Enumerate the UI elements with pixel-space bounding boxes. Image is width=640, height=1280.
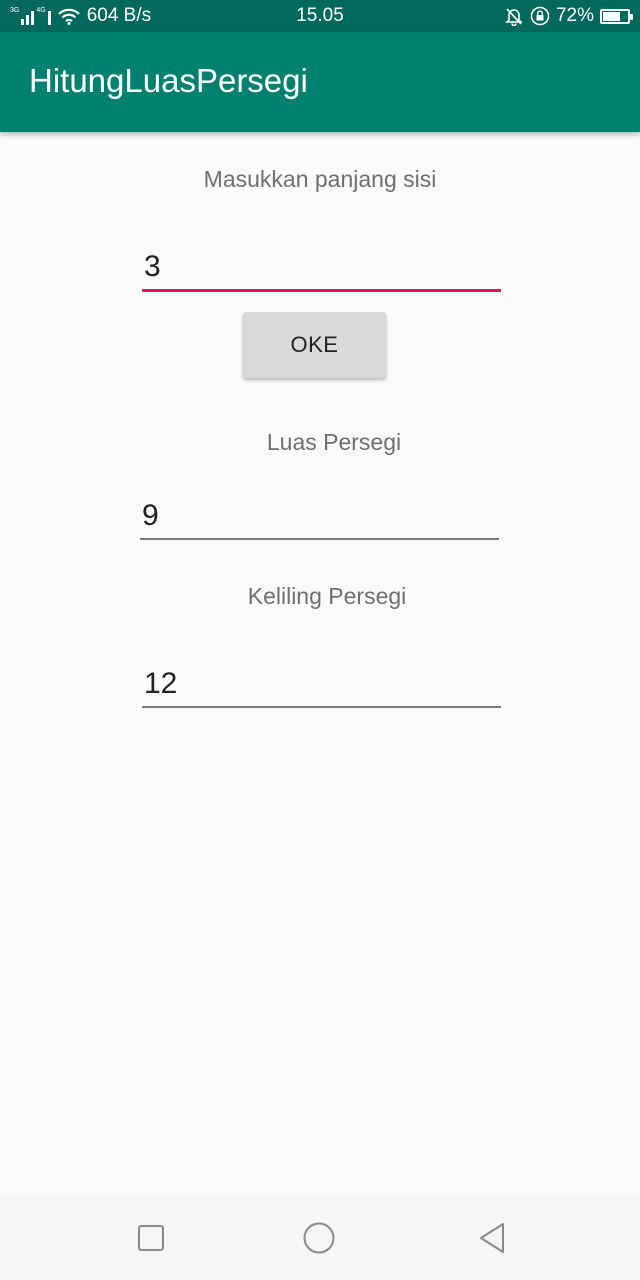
back-button[interactable] <box>476 1222 508 1254</box>
battery-icon <box>600 8 633 24</box>
status-time: 15.05 <box>296 5 344 26</box>
perimeter-label: Keliling Persegi <box>247 583 407 609</box>
recents-icon <box>138 1225 164 1251</box>
area-field[interactable]: 9 <box>140 494 499 540</box>
battery-percent: 72% <box>555 5 594 26</box>
battery-level <box>603 11 620 21</box>
perimeter-field[interactable]: 12 <box>142 662 501 708</box>
area-value: 9 <box>142 499 159 532</box>
status-bar: 3G 4G 604 B/s 15.05 72% <box>0 0 640 32</box>
recents-button[interactable] <box>135 1222 167 1254</box>
screen: 3G 4G 604 B/s 15.05 72% HitungLuasPerseg… <box>0 0 640 1280</box>
back-icon <box>480 1223 504 1253</box>
app-title: HitungLuasPersegi <box>29 62 308 99</box>
side-length-value: 3 <box>144 250 161 283</box>
area-label: Luas Persegi <box>266 429 402 455</box>
side-length-label: Masukkan panjang sisi <box>203 166 437 192</box>
home-icon <box>303 1222 335 1254</box>
home-button[interactable] <box>303 1222 335 1254</box>
side-length-input[interactable]: 3 <box>142 245 501 292</box>
app-bar: HitungLuasPersegi <box>0 32 640 132</box>
perimeter-value: 12 <box>144 667 178 700</box>
oke-button[interactable]: OKE <box>243 312 386 378</box>
alarm-off-icon <box>505 8 523 26</box>
lock-rotation-icon <box>530 6 550 26</box>
navigation-bar <box>0 1196 640 1280</box>
status-right: 72% <box>504 0 633 32</box>
